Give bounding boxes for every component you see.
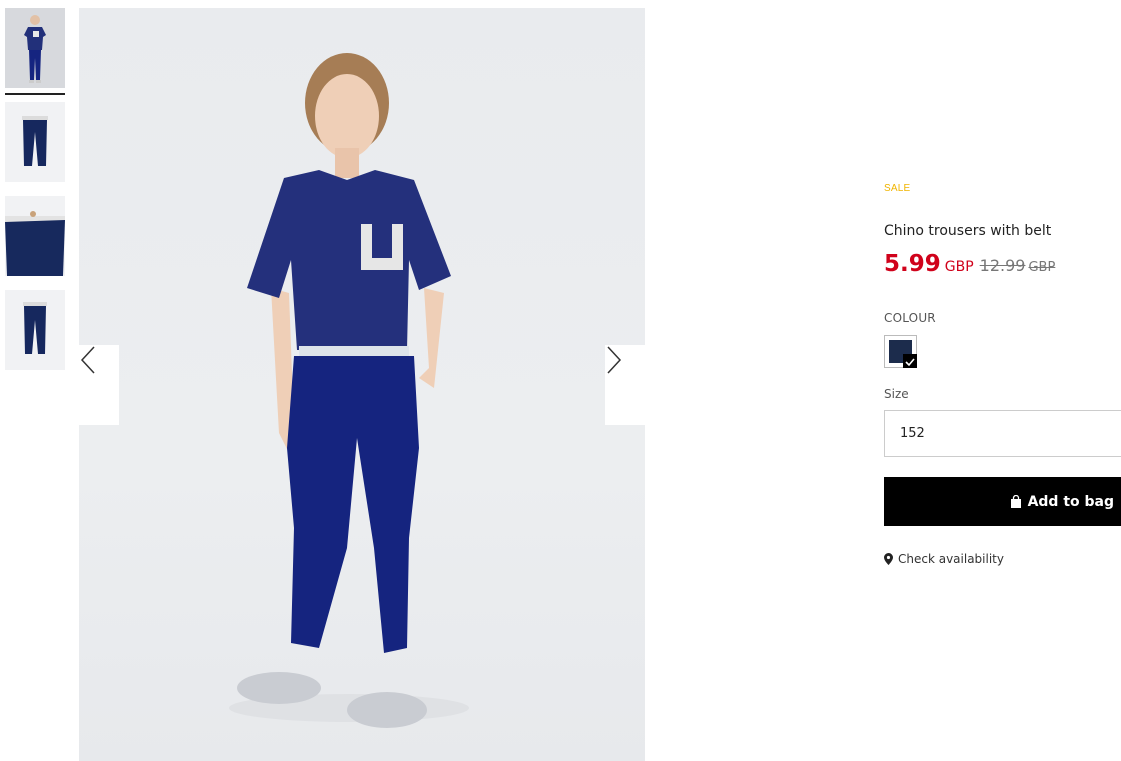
add-to-bag-label: Add to bag <box>1027 493 1114 510</box>
checkmark-icon <box>903 354 917 368</box>
current-price: 5.99 <box>884 251 941 277</box>
price-row: 5.99 GBP 12.99 GBP <box>884 251 1055 277</box>
old-price: 12.99 <box>979 256 1026 275</box>
shopping-bag-icon <box>1010 495 1022 508</box>
thumbnail-trousers-front[interactable] <box>5 102 65 182</box>
thumbnail-selected-indicator <box>5 93 65 95</box>
product-title: Chino trousers with belt <box>884 223 1052 239</box>
size-select[interactable]: 152 <box>884 410 1121 457</box>
check-availability-label: Check availability <box>898 552 1004 566</box>
model-illustration <box>229 53 469 728</box>
next-image-button[interactable] <box>605 345 645 425</box>
thumbnail-model-front[interactable] <box>5 8 65 88</box>
thumbnail-trousers-detail[interactable] <box>5 196 65 276</box>
colour-swatch-navy[interactable] <box>884 335 917 368</box>
size-selected-value: 152 <box>900 426 925 441</box>
chevron-right-icon <box>607 346 622 374</box>
main-product-image <box>79 8 645 761</box>
thumbnail-trousers-back[interactable] <box>5 290 65 370</box>
sale-badge: SALE <box>884 183 911 194</box>
current-price-currency: GBP <box>944 259 974 275</box>
size-label: Size <box>884 387 909 401</box>
check-availability-link[interactable]: Check availability <box>884 552 1004 566</box>
previous-image-button[interactable] <box>79 345 119 425</box>
colour-label: COLOUR <box>884 311 936 325</box>
location-pin-icon <box>884 553 893 565</box>
old-price-currency: GBP <box>1028 260 1056 275</box>
chevron-left-icon <box>80 346 95 374</box>
add-to-bag-button[interactable]: Add to bag <box>884 477 1121 526</box>
